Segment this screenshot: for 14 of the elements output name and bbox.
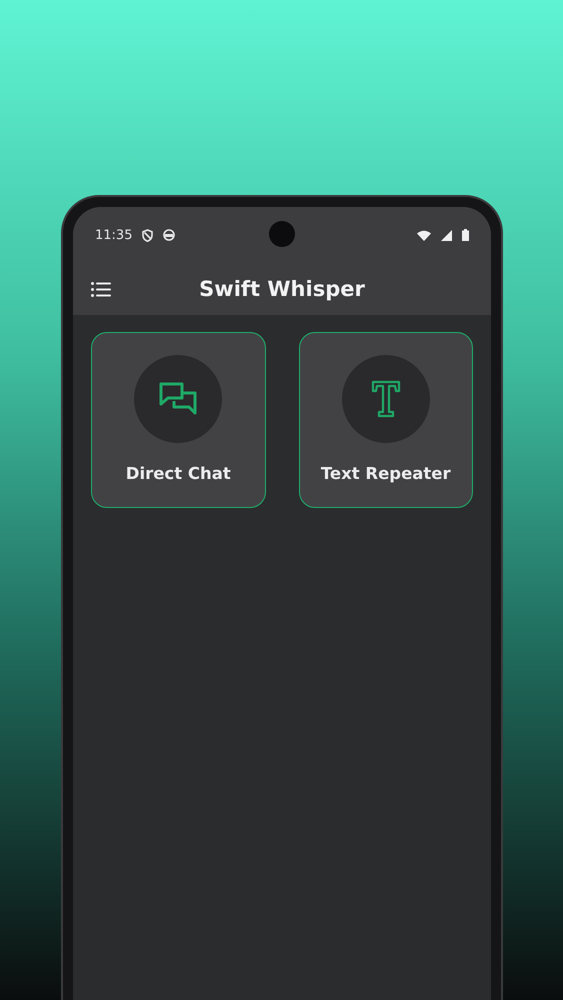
feature-card[interactable]: Direct Chat	[91, 332, 266, 508]
chat-bubbles-icon	[158, 381, 198, 417]
shield-icon	[142, 228, 154, 242]
feature-card[interactable]: Text Repeater	[298, 332, 473, 508]
menu-button[interactable]	[91, 280, 113, 298]
card-label: Text Repeater	[320, 464, 451, 483]
app-title: Swift Whisper	[199, 277, 365, 301]
status-time: 11:35	[95, 228, 132, 242]
serif-t-icon	[370, 380, 401, 418]
wifi-icon	[417, 230, 431, 240]
signal-icon	[441, 230, 452, 240]
battery-icon	[462, 229, 469, 241]
card-label: Direct Chat	[126, 464, 231, 483]
camera-hole	[269, 221, 295, 247]
